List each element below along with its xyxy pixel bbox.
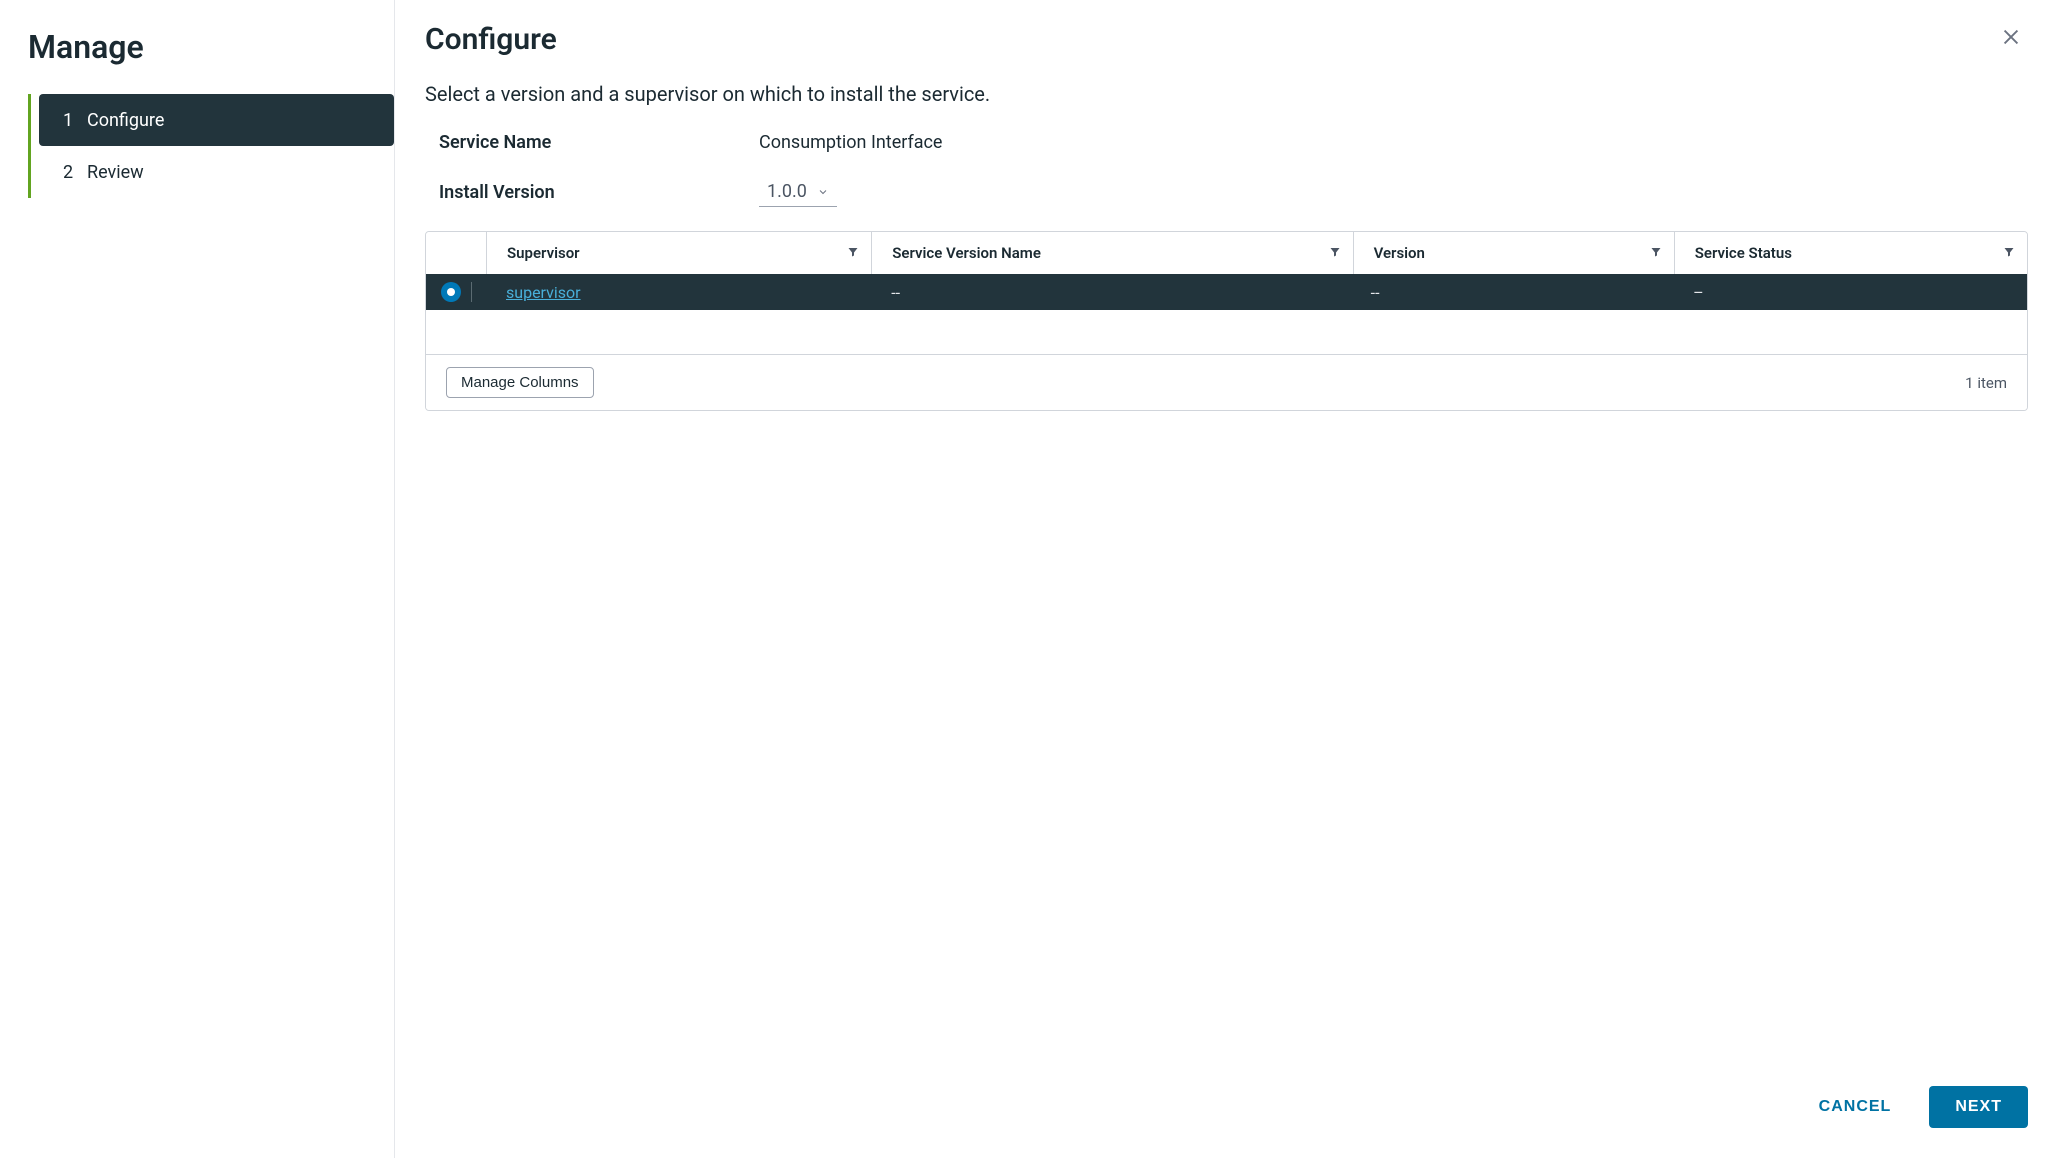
supervisor-link[interactable]: supervisor: [506, 283, 581, 302]
table-footer: Manage Columns 1 item: [426, 354, 2027, 410]
page-header: Configure: [425, 20, 2028, 58]
row-select-cell[interactable]: [426, 282, 486, 302]
column-select: [426, 232, 486, 274]
close-icon: [2000, 33, 2022, 52]
supervisor-table: Supervisor Service Version Name Version: [425, 231, 2028, 411]
column-service-status: Service Status: [1674, 232, 2027, 274]
column-service-version-name: Service Version Name: [871, 232, 1352, 274]
table-body: supervisor -- -- –: [426, 274, 2027, 354]
install-version-label: Install Version: [439, 182, 759, 203]
item-count: 1 item: [1965, 374, 2007, 392]
service-name-value: Consumption Interface: [759, 132, 942, 153]
step-number: 2: [63, 162, 87, 183]
close-button[interactable]: [1994, 20, 2028, 58]
column-label: Supervisor: [507, 244, 580, 262]
page-title: Configure: [425, 22, 557, 57]
wizard-step-review[interactable]: 2 Review: [39, 146, 394, 198]
column-version: Version: [1353, 232, 1674, 274]
wizard-step-configure[interactable]: 1 Configure: [39, 94, 394, 146]
cancel-button[interactable]: CANCEL: [1811, 1086, 1900, 1128]
column-label: Service Version Name: [892, 244, 1041, 262]
service-name-label: Service Name: [439, 132, 759, 153]
next-button[interactable]: NEXT: [1929, 1086, 2028, 1128]
chevron-down-icon: [817, 186, 829, 198]
wizard-sidebar: Manage 1 Configure 2 Review: [0, 0, 395, 1158]
table-header-row: Supervisor Service Version Name Version: [426, 232, 2027, 274]
manage-columns-button[interactable]: Manage Columns: [446, 367, 594, 398]
install-version-row: Install Version 1.0.0: [425, 177, 2028, 207]
column-supervisor: Supervisor: [486, 232, 871, 274]
wizard-step-list: 1 Configure 2 Review: [28, 94, 394, 198]
step-label: Review: [87, 162, 144, 183]
service-name-row: Service Name Consumption Interface: [425, 132, 2028, 153]
column-label: Service Status: [1695, 244, 1792, 262]
step-number: 1: [63, 110, 87, 131]
table-row[interactable]: supervisor -- -- –: [426, 274, 2027, 310]
wizard-footer: CANCEL NEXT: [425, 1056, 2028, 1158]
filter-icon[interactable]: [847, 244, 859, 262]
table-empty-space: [426, 310, 2027, 354]
install-version-value: 1.0.0: [767, 181, 807, 202]
filter-icon[interactable]: [2003, 244, 2015, 262]
filter-icon[interactable]: [1329, 244, 1341, 262]
cell-version: --: [1351, 283, 1673, 302]
sidebar-title: Manage: [28, 28, 394, 66]
install-version-select[interactable]: 1.0.0: [759, 177, 837, 207]
step-label: Configure: [87, 110, 164, 131]
radio-selected-icon: [441, 282, 461, 302]
divider: [471, 282, 472, 302]
app-root: Manage 1 Configure 2 Review Configure Se…: [0, 0, 2058, 1158]
cell-service-version-name: --: [871, 283, 1350, 302]
cell-supervisor: supervisor: [486, 283, 871, 302]
filter-icon[interactable]: [1650, 244, 1662, 262]
main-content: Configure Select a version and a supervi…: [395, 0, 2058, 1158]
page-subtitle: Select a version and a supervisor on whi…: [425, 82, 2028, 106]
cell-service-status: –: [1673, 283, 2027, 302]
column-label: Version: [1374, 244, 1425, 262]
